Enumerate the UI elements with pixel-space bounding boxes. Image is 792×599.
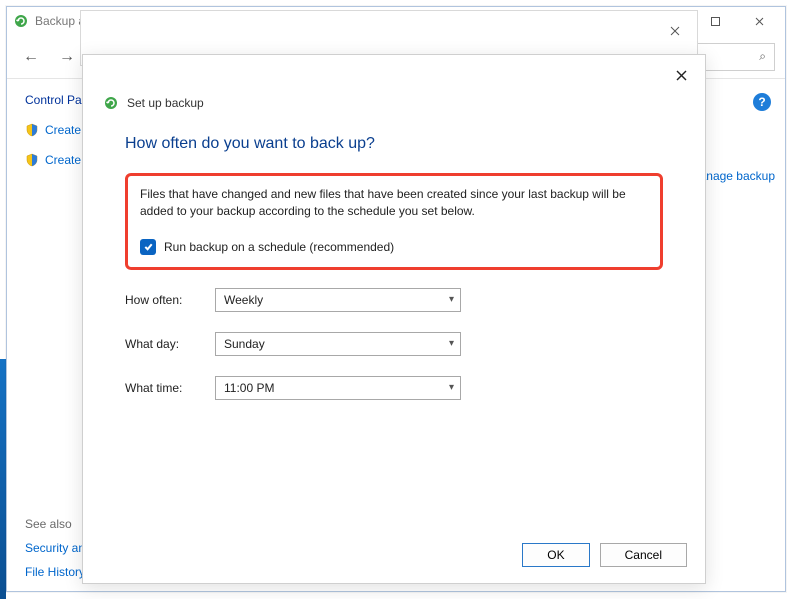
what-time-value: 11:00 PM (224, 381, 274, 395)
outer-dialog-close-button[interactable] (665, 21, 685, 41)
backup-app-icon (103, 95, 119, 111)
how-often-value: Weekly (224, 293, 263, 307)
cancel-button[interactable]: Cancel (600, 543, 687, 567)
shield-icon (25, 153, 39, 167)
wizard-header-label: Set up backup (127, 96, 204, 110)
what-time-label: What time: (125, 381, 215, 395)
cancel-button-label: Cancel (625, 548, 662, 562)
what-day-value: Sunday (224, 337, 265, 351)
wizard-button-row: OK Cancel (522, 543, 687, 567)
what-time-row: What time: 11:00 PM ▾ (125, 376, 663, 400)
maximize-button[interactable] (693, 7, 737, 35)
what-day-select[interactable]: Sunday ▾ (215, 332, 461, 356)
arrow-right-icon: → (59, 48, 75, 66)
close-button[interactable] (737, 7, 781, 35)
how-often-select[interactable]: Weekly ▾ (215, 288, 461, 312)
wizard-close-button[interactable] (671, 65, 691, 85)
ok-button-label: OK (547, 548, 564, 562)
backup-app-icon (13, 13, 29, 29)
link-label: File History (25, 565, 85, 579)
help-icon: ? (758, 95, 765, 109)
schedule-checkbox-label: Run backup on a schedule (recommended) (164, 240, 394, 254)
schedule-checkbox[interactable] (140, 239, 156, 255)
wizard-title: How often do you want to back up? (125, 135, 663, 153)
wizard-description: Files that have changed and new files th… (140, 186, 648, 221)
chevron-down-icon: ▾ (449, 294, 454, 305)
arrow-left-icon: ← (23, 48, 39, 66)
nav-back-button[interactable]: ← (17, 43, 45, 71)
help-badge[interactable]: ? (753, 93, 771, 111)
chevron-down-icon: ▾ (449, 338, 454, 349)
wizard-content: How often do you want to back up? Files … (83, 111, 705, 400)
what-time-select[interactable]: 11:00 PM ▾ (215, 376, 461, 400)
annotation-highlight-box: Files that have changed and new files th… (125, 173, 663, 270)
nav-forward-button[interactable]: → (53, 43, 81, 71)
chevron-down-icon: ▾ (449, 382, 454, 393)
how-often-row: How often: Weekly ▾ (125, 288, 663, 312)
search-icon: ⌕ (759, 49, 766, 64)
what-day-label: What day: (125, 337, 215, 351)
setup-backup-wizard: Set up backup How often do you want to b… (82, 54, 706, 584)
what-day-row: What day: Sunday ▾ (125, 332, 663, 356)
schedule-checkbox-row[interactable]: Run backup on a schedule (recommended) (140, 239, 648, 255)
ok-button[interactable]: OK (522, 543, 589, 567)
shield-icon (25, 123, 39, 137)
how-often-label: How often: (125, 293, 215, 307)
wizard-header: Set up backup (83, 55, 705, 111)
